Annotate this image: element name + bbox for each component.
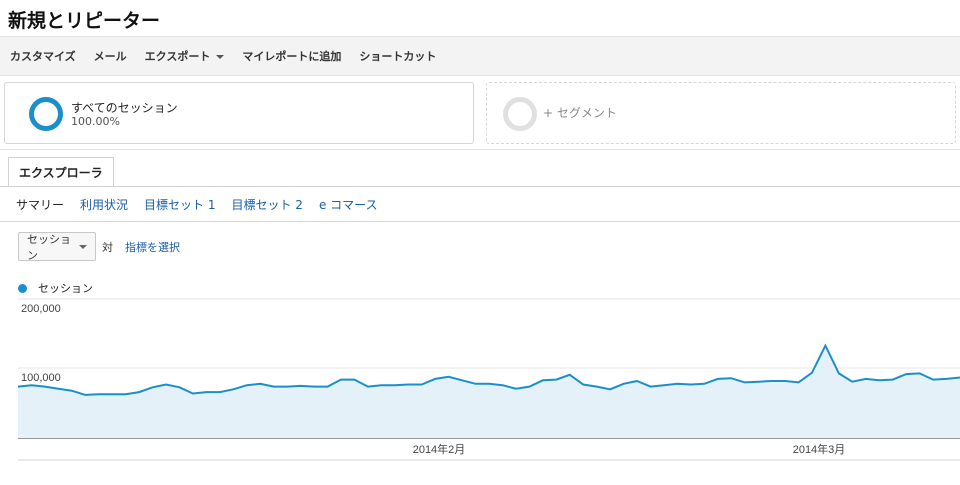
customize-label: カスタマイズ — [10, 50, 76, 63]
metric-select[interactable]: セッション — [18, 232, 96, 262]
segment-bar: すべてのセッション 100.00% + セグメント — [0, 76, 960, 150]
segment-ring-icon — [29, 97, 63, 131]
chevron-down-icon — [216, 54, 225, 59]
x-tick-label: 2014年3月 — [793, 442, 846, 456]
x-tick-label: 2014年2月 — [413, 442, 466, 456]
tab-explorer[interactable]: エクスプローラ — [8, 157, 114, 187]
chevron-down-icon — [79, 245, 87, 249]
select-metric-link[interactable]: 指標を選択 — [125, 239, 180, 255]
segment-percent: 100.00% — [71, 115, 120, 128]
page-title: 新規とリピーター — [8, 10, 161, 32]
subtab-summary[interactable]: サマリー — [16, 196, 64, 213]
export-dropdown[interactable]: エクスポート — [145, 48, 225, 64]
subtab-goal-set-1[interactable]: 目標セット 1 — [144, 196, 215, 213]
versus-label: 対 — [102, 240, 113, 254]
subtab-goal-set-2[interactable]: 目標セット 2 — [231, 196, 302, 213]
shortcut-label: ショートカット — [359, 50, 437, 63]
segment-all-sessions[interactable]: すべてのセッション 100.00% — [4, 82, 474, 144]
sessions-chart: 200,000 100,000 2014年2月 2014年3月 — [17, 298, 960, 461]
empty-segment-ring-icon — [503, 97, 537, 131]
add-to-dashboard-label: マイレポートに追加 — [242, 50, 342, 63]
y-tick-label: 100,000 — [21, 372, 61, 384]
metric-select-value: セッション — [27, 232, 71, 262]
segment-name: すべてのセッション — [71, 101, 178, 115]
export-label: エクスポート — [144, 50, 211, 63]
shortcut-button[interactable]: ショートカット — [359, 48, 436, 64]
add-segment-slot[interactable]: + セグメント — [486, 82, 956, 144]
tab-divider — [0, 186, 960, 187]
subtab-ecommerce[interactable]: e コマース — [319, 196, 378, 213]
subtab-divider — [0, 221, 960, 222]
explorer-subtabs: サマリー 利用状況 目標セット 1 目標セット 2 e コマース — [16, 196, 394, 213]
email-button[interactable]: メール — [94, 48, 127, 64]
report-toolbar: カスタマイズ メール エクスポート マイレポートに追加 ショートカット — [0, 36, 960, 76]
customize-button[interactable]: カスタマイズ — [10, 48, 76, 64]
y-tick-label: 200,000 — [21, 303, 61, 315]
metric-picker-row: セッション 対 指標を選択 — [18, 232, 180, 262]
add-segment-label[interactable]: + セグメント — [543, 104, 617, 121]
subtab-usage[interactable]: 利用状況 — [80, 196, 128, 213]
email-label: メール — [93, 50, 127, 63]
add-to-dashboard-button[interactable]: マイレポートに追加 — [242, 48, 341, 64]
